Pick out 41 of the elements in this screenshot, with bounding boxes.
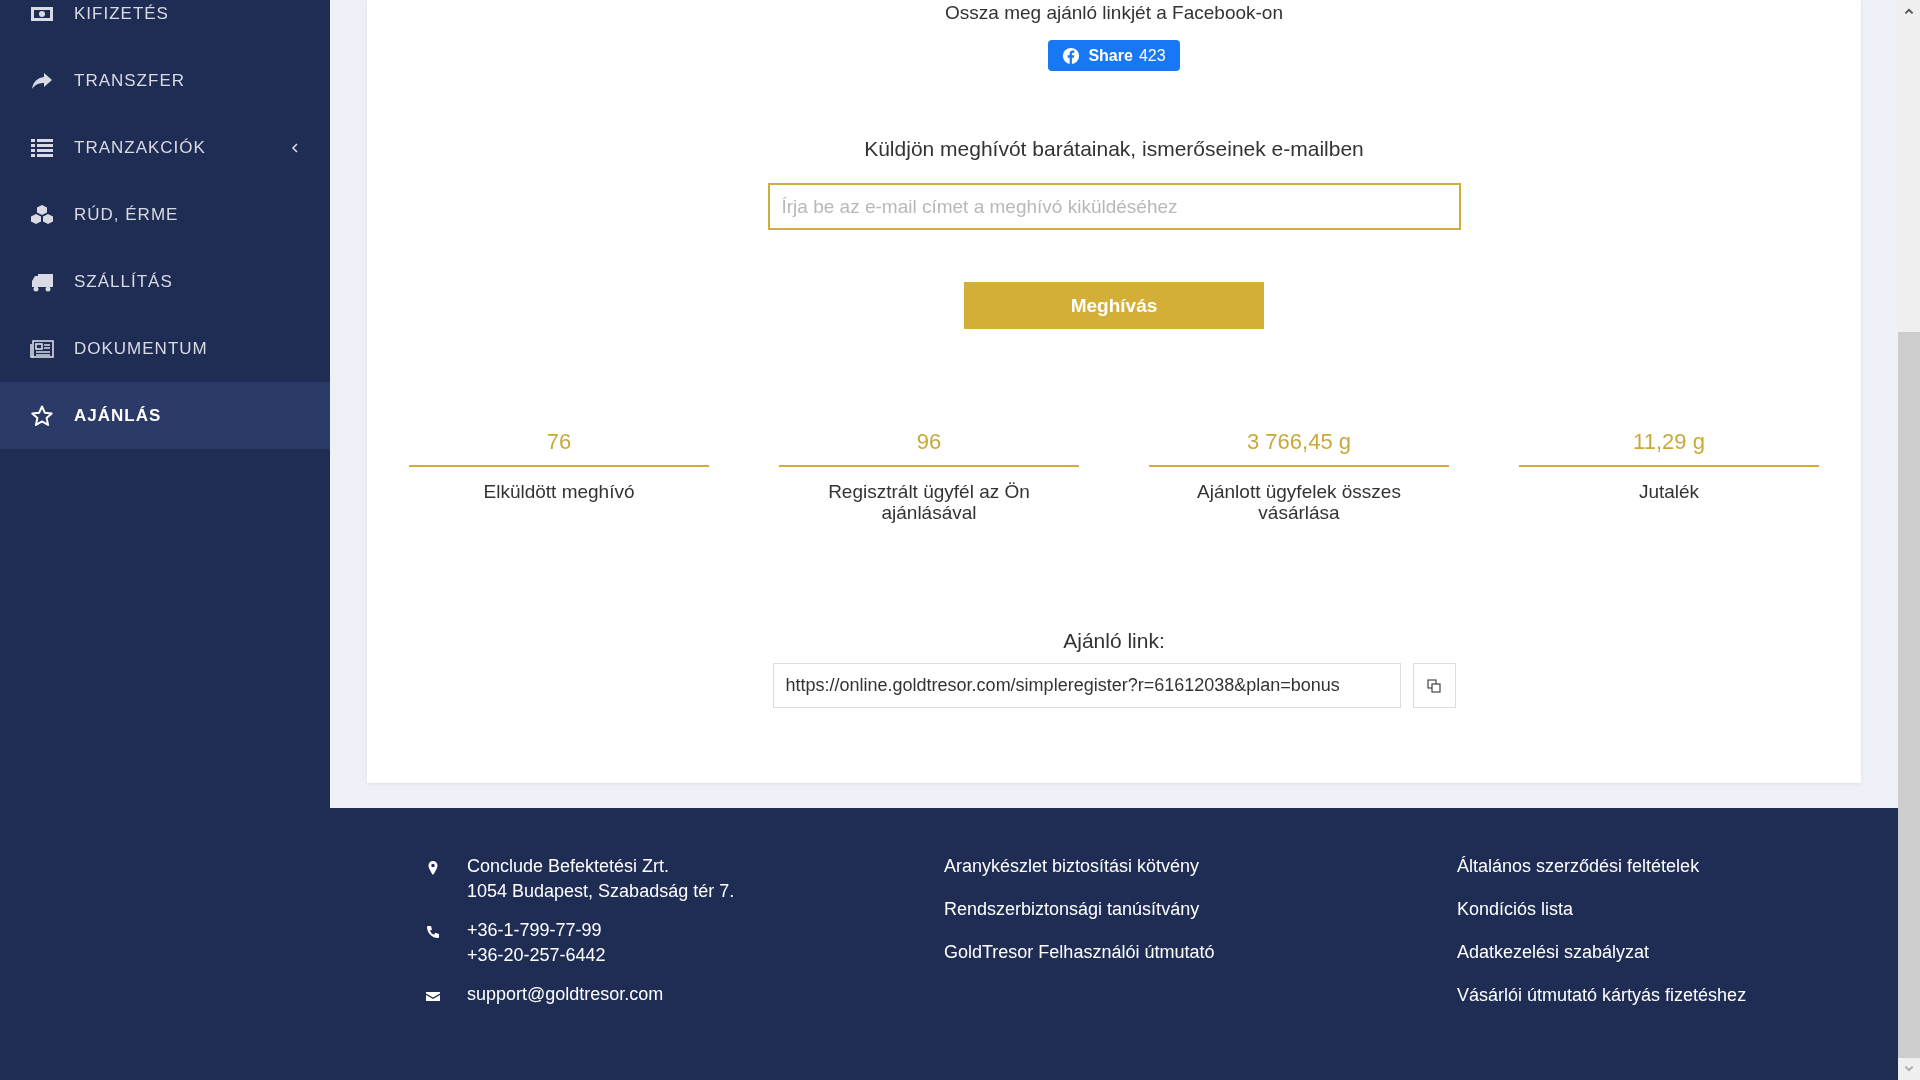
- stat-value: 11,29 g: [1519, 429, 1819, 467]
- stat-value: 3 766,45 g: [1149, 429, 1449, 467]
- stat-label: Jutalék: [1637, 481, 1701, 502]
- referral-link-label: Ajánló link:: [1063, 629, 1165, 653]
- copy-button[interactable]: [1412, 663, 1456, 708]
- sidebar-item[interactable]: TRANSZFER: [0, 47, 330, 114]
- stat-value: 96: [779, 429, 1079, 467]
- sidebar-item[interactable]: KIFIZETÉS: [0, 0, 330, 47]
- copy-icon: [1426, 677, 1442, 694]
- footer-link[interactable]: Általános szerződési feltételek: [1457, 856, 1747, 877]
- footer-link[interactable]: GoldTresor Felhasználói útmutató: [944, 942, 1457, 963]
- section-heading: Küldjön meghívót barátainak, ismerőseinek e-mailben: [864, 137, 1364, 161]
- email-input-field[interactable]: Írja be az e-mail címet a meghívó kiküldéséhez: [767, 183, 1461, 230]
- stat-label: Elküldött meghívó: [482, 481, 636, 502]
- star-icon: [30, 403, 54, 428]
- footer-contact-text: 1054 Budapest, Szabadság tér 7.: [467, 881, 735, 902]
- stat-label: Regisztrált ügyfél az Ön ajánlásával: [827, 481, 1031, 523]
- sidebar-item[interactable]: AJÁNLÁS: [0, 382, 330, 449]
- sidebar-item[interactable]: SZÁLLÍTÁS: [0, 248, 330, 315]
- cubes-icon: [30, 202, 54, 227]
- footer-contact-text: +36-20-257-6442: [467, 945, 606, 966]
- footer-link[interactable]: Kondíciós lista: [1457, 899, 1747, 920]
- stat-value: 76: [409, 429, 709, 467]
- scrollbar-thumb[interactable]: [1898, 332, 1920, 1058]
- facebook-icon: [1062, 46, 1081, 65]
- footer-link[interactable]: Rendszerbiztonsági tanúsítvány: [944, 899, 1457, 920]
- referral-link-field[interactable]: https://online.goldtresor.com/simpleregister?r=61612038&plan=bonus: [772, 663, 1401, 708]
- footer-contact-text: support@goldtresor.com: [467, 984, 664, 1005]
- footer-link[interactable]: Vásárlói útmutató kártyás fizetéshez: [1457, 985, 1747, 1006]
- section-heading: Ossza meg ajánló linkjét a Facebook-on: [945, 2, 1283, 24]
- footer-contact-text: Conclude Befektetési Zrt.: [467, 856, 671, 877]
- stat-label: Ajánlott ügyfelek összes vásárlása: [1196, 481, 1402, 523]
- scrollbar[interactable]: [1898, 0, 1920, 1080]
- footer-contact-text: +36-1-799-77-99: [467, 920, 603, 941]
- sidebar-item[interactable]: DOKUMENTUM: [0, 315, 330, 382]
- footer-link[interactable]: Aranykészlet biztosítási kötvény: [944, 856, 1457, 877]
- facebook-share-button[interactable]: Share 423: [1048, 40, 1180, 71]
- sidebar-item[interactable]: RÚD, ÉRME: [0, 181, 330, 248]
- sidebar-item[interactable]: TRANZAKCIÓK: [0, 114, 330, 181]
- footer-link[interactable]: Adatkezelési szabályzat: [1457, 942, 1747, 963]
- phone-icon: [425, 924, 441, 940]
